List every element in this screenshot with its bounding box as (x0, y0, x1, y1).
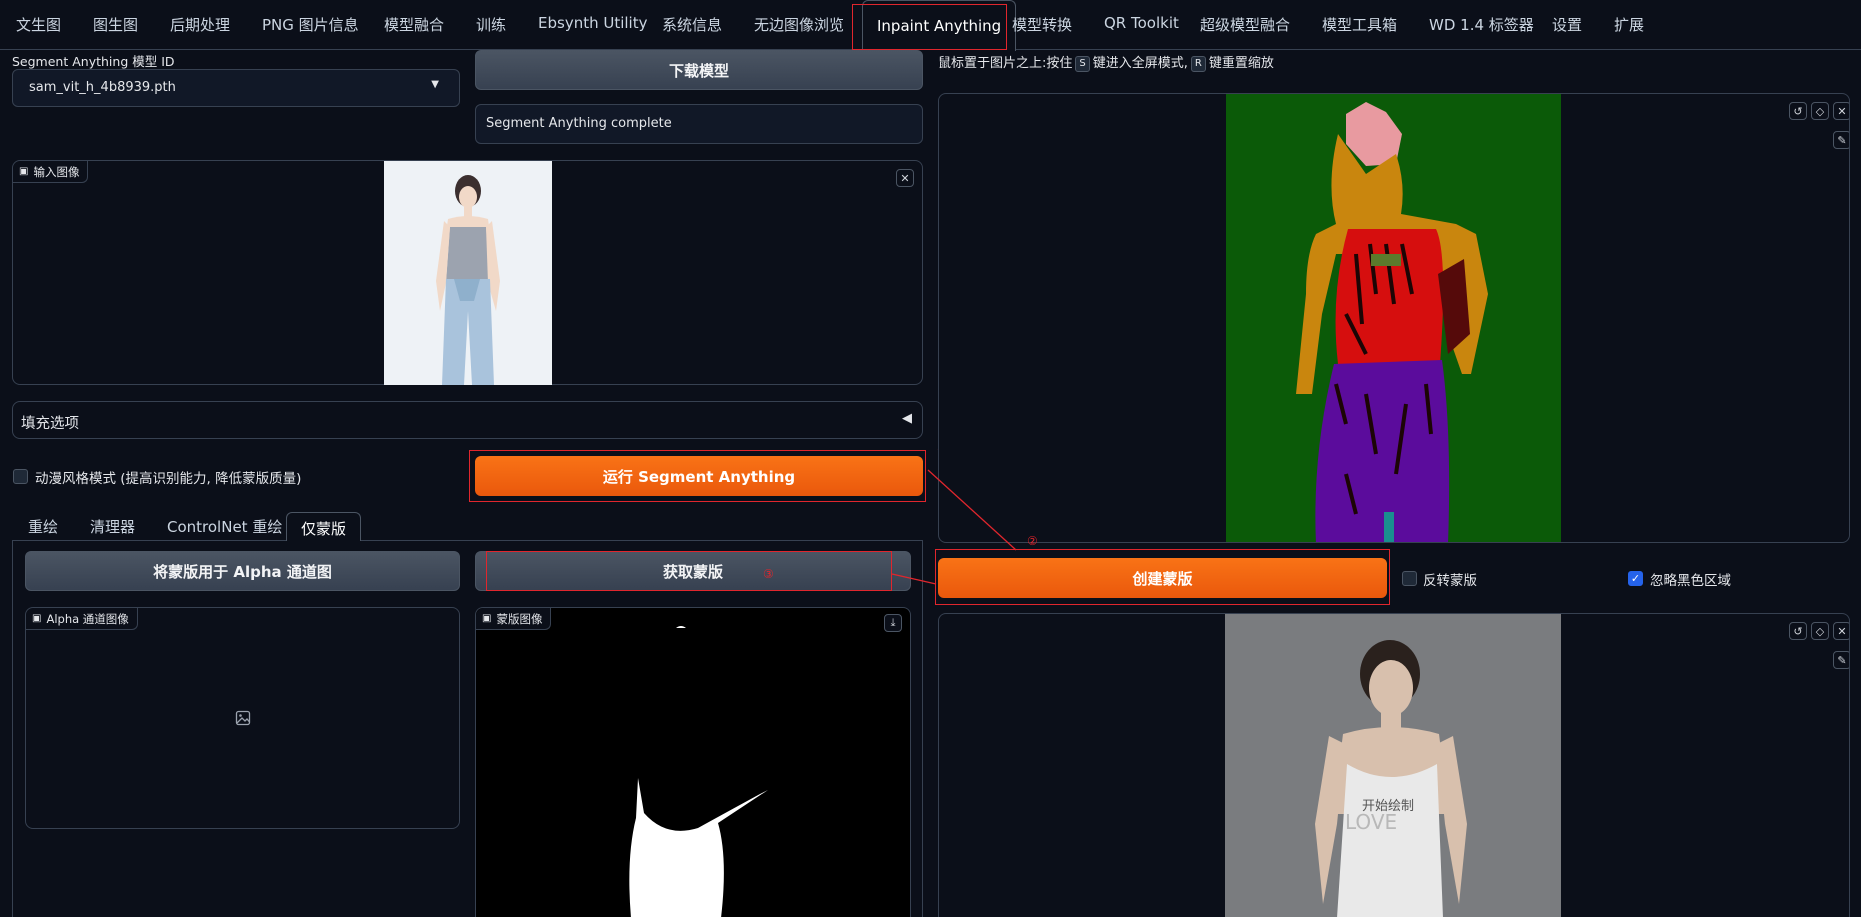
image-placeholder-icon (235, 710, 251, 726)
mask-image-panel[interactable]: ▣ 蒙版图像 ⤓ (475, 607, 911, 917)
run-segment-anything-button[interactable]: 运行 Segment Anything (475, 456, 923, 496)
tab-model-converter[interactable]: 模型转换 (1012, 14, 1072, 35)
tab-checkpoint-merger[interactable]: 模型融合 (384, 14, 444, 35)
collapse-arrow-icon: ◀ (902, 411, 912, 426)
chevron-down-icon: ▼ (431, 79, 439, 90)
sketch-canvas-panel[interactable]: ↺ ◇ ✕ ✎ LOVE 开始绘制 (938, 613, 1850, 917)
annotation-marker-3: ③ (763, 567, 774, 581)
tab-train[interactable]: 训练 (476, 14, 506, 35)
eraser-icon: ◇ (1815, 624, 1825, 638)
get-mask-button[interactable]: 获取蒙版 (475, 551, 911, 591)
tab-txt2img[interactable]: 文生图 (16, 14, 61, 35)
subtab-inpaint[interactable]: 重绘 (28, 516, 58, 537)
ignore-black-checkbox[interactable]: ✓ (1628, 571, 1643, 586)
undo-button[interactable]: ↺ (1789, 102, 1807, 120)
mask-to-alpha-button[interactable]: 将蒙版用于 Alpha 通道图 (25, 551, 460, 591)
undo-button[interactable]: ↺ (1789, 622, 1807, 640)
tab-img2img[interactable]: 图生图 (93, 14, 138, 35)
eraser-button[interactable]: ◇ (1811, 622, 1829, 640)
undo-icon: ↺ (1793, 624, 1803, 638)
canvas-watermark: 开始绘制 (1362, 799, 1415, 814)
brush-icon: ✎ (1837, 133, 1847, 147)
brush-icon: ✎ (1837, 653, 1847, 667)
check-icon: ✓ (1630, 572, 1641, 585)
segmentation-map (1226, 94, 1561, 542)
close-icon: ✕ (1837, 104, 1847, 118)
tab-settings[interactable]: 设置 (1552, 14, 1582, 35)
eraser-button[interactable]: ◇ (1811, 102, 1829, 120)
tab-extras[interactable]: 后期处理 (170, 14, 230, 35)
clear-image-button[interactable]: ✕ (896, 169, 914, 187)
invert-mask-checkbox[interactable] (1402, 571, 1417, 586)
sam-status-text: Segment Anything complete (486, 116, 672, 131)
undo-icon: ↺ (1793, 104, 1803, 118)
image-icon: ▣ (32, 613, 42, 624)
alpha-image-label: ▣ Alpha 通道图像 (26, 608, 138, 630)
tab-png-info[interactable]: PNG 图片信息 (262, 14, 359, 35)
sam-model-dropdown[interactable]: sam_vit_h_4b8939.pth ▼ (12, 69, 460, 107)
tab-infinite-image-browsing[interactable]: 无边图像浏览 (754, 14, 844, 35)
close-icon: ✕ (1837, 624, 1847, 638)
image-icon: ▣ (19, 166, 29, 177)
input-photo (384, 161, 552, 385)
fullscreen-hint: 鼠标置于图片之上:按住 S 键进入全屏模式, R 键重置缩放 (938, 55, 1274, 72)
fill-options-accordion[interactable]: 填充选项 ◀ (12, 401, 923, 439)
tab-ebsynth-utility[interactable]: Ebsynth Utility (538, 14, 647, 32)
tab-extensions[interactable]: 扩展 (1614, 14, 1644, 35)
tab-model-toolkit[interactable]: 模型工具箱 (1322, 14, 1397, 35)
tab-wd14-tagger[interactable]: WD 1.4 标签器 (1429, 14, 1534, 35)
brush-button[interactable]: ✎ (1833, 131, 1849, 149)
key-s: S (1075, 55, 1090, 72)
subtab-controlnet-inpaint[interactable]: ControlNet 重绘 (167, 516, 282, 537)
tab-supermerger[interactable]: 超级模型融合 (1200, 14, 1290, 35)
tab-qr-toolkit[interactable]: QR Toolkit (1104, 14, 1179, 32)
mask-preview (629, 626, 768, 917)
subtab-cleaner[interactable]: 清理器 (90, 516, 135, 537)
eraser-icon: ◇ (1815, 104, 1825, 118)
anime-mode-label: 动漫风格模式 (提高识别能力, 降低蒙版质量) (35, 471, 302, 487)
close-icon: ✕ (900, 171, 910, 185)
download-model-button[interactable]: 下载模型 (475, 50, 923, 90)
sam-model-label: Segment Anything 模型 ID (12, 54, 175, 69)
alpha-image-panel[interactable]: ▣ Alpha 通道图像 (25, 607, 460, 829)
key-r: R (1190, 55, 1206, 72)
input-image-panel[interactable]: ▣ 输入图像 ✕ (12, 160, 923, 385)
fill-options-label: 填充选项 (21, 416, 79, 432)
invert-mask-label: 反转蒙版 (1423, 573, 1477, 589)
tab-inpaint-anything[interactable]: Inpaint Anything (862, 0, 1017, 51)
brush-button[interactable]: ✎ (1833, 651, 1849, 669)
anime-mode-checkbox[interactable] (13, 469, 28, 484)
tab-system-info[interactable]: 系统信息 (662, 14, 722, 35)
clear-button[interactable]: ✕ (1833, 102, 1849, 120)
input-image-label: ▣ 输入图像 (13, 161, 89, 183)
sam-status-box: Segment Anything complete (475, 104, 923, 144)
clear-button[interactable]: ✕ (1833, 622, 1849, 640)
main-tab-bar: 文生图 图生图 后期处理 PNG 图片信息 模型融合 训练 Ebsynth Ut… (0, 0, 1861, 51)
sam-model-value: sam_vit_h_4b8939.pth (29, 80, 176, 95)
subtab-mask-only[interactable]: 仅蒙版 (286, 512, 362, 541)
segment-result-panel[interactable]: ↺ ◇ ✕ ✎ (938, 93, 1850, 543)
ignore-black-label: 忽略黑色区域 (1650, 573, 1731, 589)
annotation-marker-2: ② (1027, 534, 1038, 548)
create-mask-button[interactable]: 创建蒙版 (938, 558, 1387, 598)
canvas-photo: LOVE (1225, 614, 1561, 917)
